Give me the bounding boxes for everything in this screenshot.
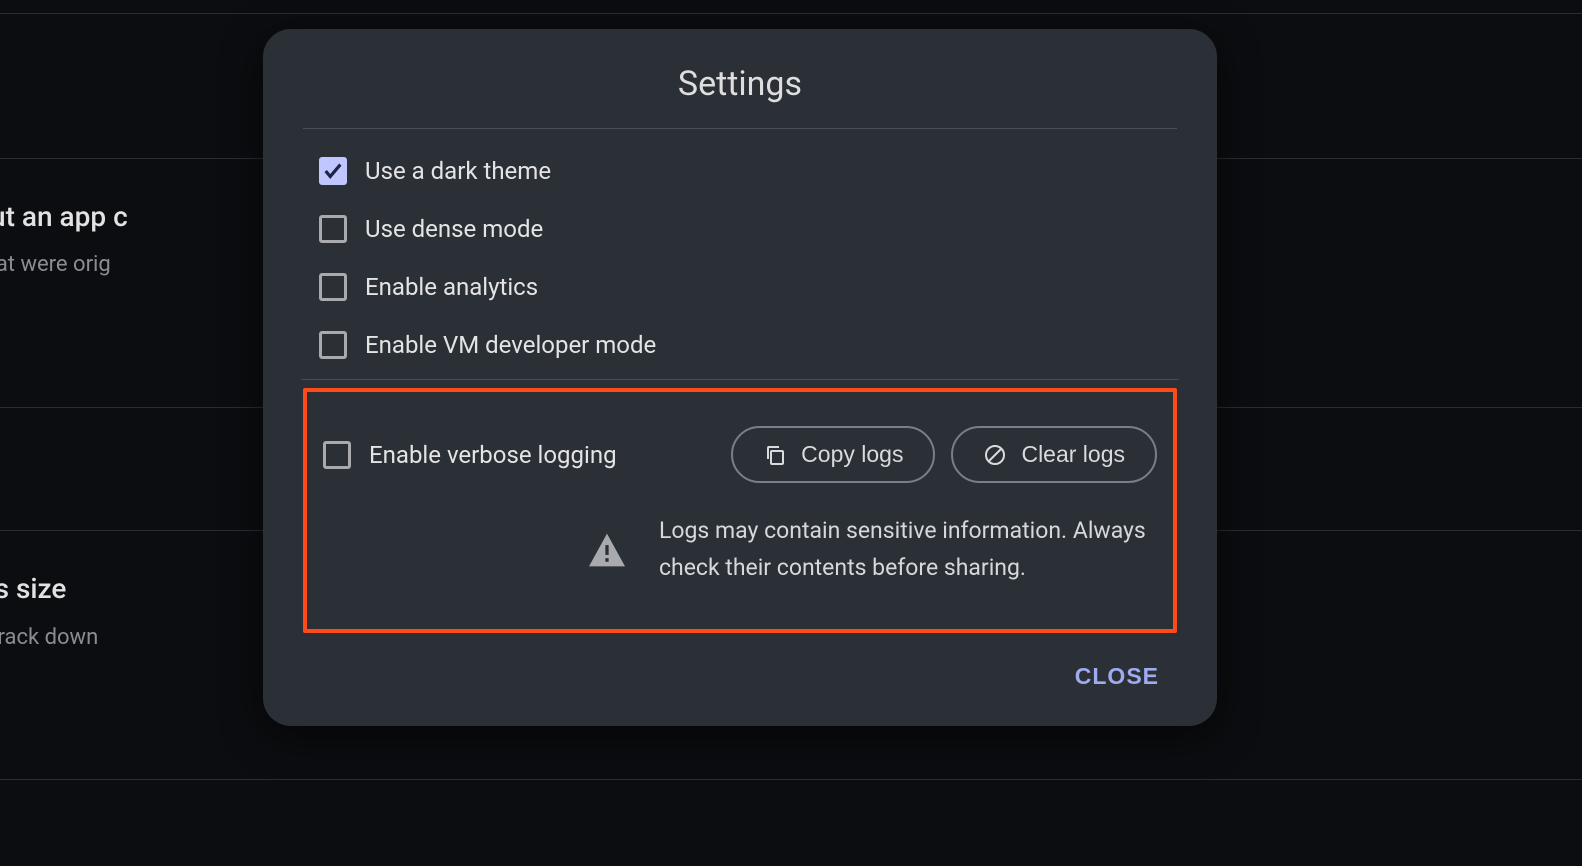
copy-icon bbox=[763, 443, 787, 467]
background-divider bbox=[0, 779, 1582, 780]
copy-logs-button[interactable]: Copy logs bbox=[731, 426, 935, 483]
button-label: Copy logs bbox=[801, 441, 903, 468]
warning-text: Logs may contain sensitive information. … bbox=[659, 513, 1157, 587]
dialog-title: Settings bbox=[303, 64, 1177, 129]
option-vm-developer-mode[interactable]: Enable VM developer mode bbox=[319, 331, 1177, 359]
section-divider bbox=[301, 379, 1179, 380]
option-dense-mode[interactable]: Use dense mode bbox=[319, 215, 1177, 243]
log-buttons-group: Copy logs Clear logs bbox=[731, 426, 1157, 483]
option-label: Use dense mode bbox=[365, 215, 543, 243]
checkbox-checked-icon bbox=[319, 157, 347, 185]
clear-logs-button[interactable]: Clear logs bbox=[951, 426, 1157, 483]
checkbox-unchecked-icon bbox=[319, 331, 347, 359]
settings-dialog: Settings Use a dark theme Use dense mode… bbox=[263, 29, 1217, 726]
option-label: Enable verbose logging bbox=[369, 441, 617, 469]
logging-warning: Logs may contain sensitive information. … bbox=[323, 513, 1157, 587]
background-heading-fragment: s without an app c bbox=[0, 200, 128, 233]
warning-icon bbox=[587, 532, 627, 568]
checkbox-unchecked-icon bbox=[319, 273, 347, 301]
block-icon bbox=[983, 443, 1007, 467]
option-label: Enable analytics bbox=[365, 273, 538, 301]
option-dark-theme[interactable]: Use a dark theme bbox=[319, 157, 1177, 185]
option-verbose-logging[interactable]: Enable verbose logging bbox=[323, 441, 617, 469]
checkbox-unchecked-icon bbox=[319, 215, 347, 243]
option-label: Use a dark theme bbox=[365, 157, 551, 185]
settings-options-list: Use a dark theme Use dense mode Enable a… bbox=[303, 129, 1177, 379]
dialog-actions: CLOSE bbox=[303, 655, 1177, 698]
logging-controls-row: Enable verbose logging Copy logs Clear l… bbox=[323, 426, 1157, 483]
logging-section-highlighted: Enable verbose logging Copy logs Clear l… bbox=[303, 388, 1177, 633]
option-label: Enable VM developer mode bbox=[365, 331, 656, 359]
background-subtext-fragment: lysis files to track down bbox=[0, 625, 98, 650]
option-enable-analytics[interactable]: Enable analytics bbox=[319, 273, 1177, 301]
button-label: Clear logs bbox=[1021, 441, 1125, 468]
close-button[interactable]: CLOSE bbox=[1063, 655, 1171, 698]
background-heading-fragment: pp's size bbox=[0, 572, 66, 605]
background-subtext-fragment: rting files that were orig bbox=[0, 252, 111, 277]
checkbox-unchecked-icon bbox=[323, 441, 351, 469]
background-divider bbox=[0, 13, 1582, 14]
